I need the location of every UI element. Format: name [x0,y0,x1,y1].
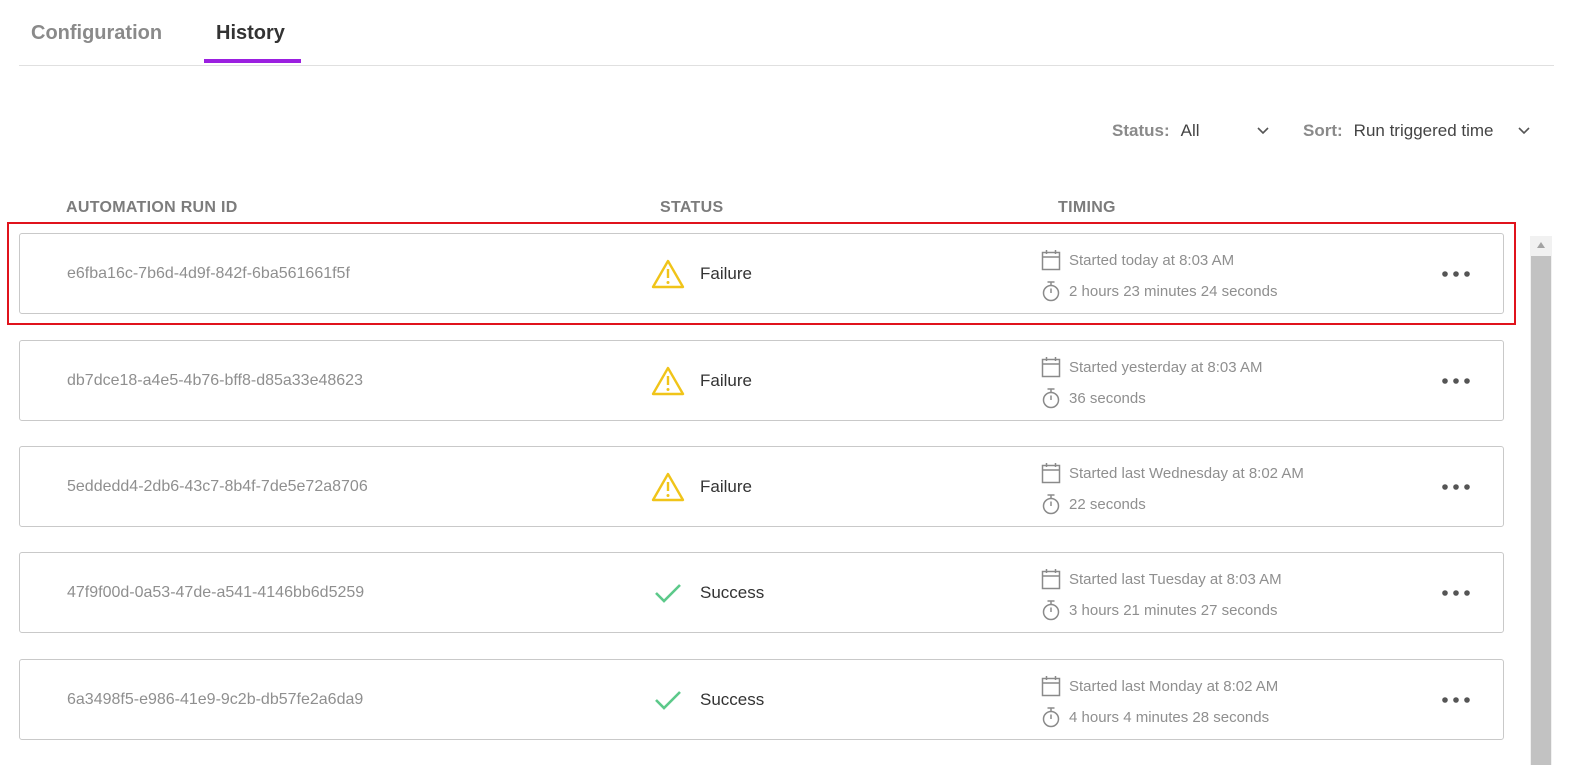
run-timing: Started last Wednesday at 8:02 AM 22 sec… [1040,461,1304,523]
calendar-icon [1040,567,1062,591]
run-duration: 2 hours 23 minutes 24 seconds [1069,282,1278,300]
run-timing: Started last Monday at 8:02 AM 4 hours 4… [1040,674,1278,736]
more-options-icon [1442,590,1470,596]
triangle-up-icon [1537,242,1545,248]
tab-configuration[interactable]: Configuration [31,22,162,45]
status-text: Failure [700,477,752,496]
chevron-down-icon [1518,127,1530,135]
status-filter-dropdown[interactable]: Status: All [1112,120,1272,142]
sort-value: Run triggered time [1353,121,1494,140]
tab-bar: Configuration History [19,0,1554,66]
run-row[interactable]: e6fba16c-7b6d-4d9f-842f-6ba561661f5f Fai… [19,233,1504,314]
run-id: e6fba16c-7b6d-4d9f-842f-6ba561661f5f [67,265,350,282]
status-filter-label: Status: [1112,121,1170,140]
stopwatch-icon [1040,598,1062,622]
more-options-button[interactable] [1438,581,1474,605]
started-time: Started last Tuesday at 8:03 AM [1069,570,1282,588]
run-duration: 4 hours 4 minutes 28 seconds [1069,708,1270,726]
more-options-button[interactable] [1438,475,1474,499]
more-options-button[interactable] [1438,262,1474,286]
warning-icon [651,366,685,396]
run-status: Failure [651,471,752,503]
calendar-icon [1040,248,1062,272]
warning-icon [651,472,685,502]
run-duration: 36 seconds [1069,389,1146,407]
run-duration: 3 hours 21 minutes 27 seconds [1069,601,1278,619]
scrollbar-thumb[interactable] [1531,256,1551,765]
run-row[interactable]: 47f9f00d-0a53-47de-a541-4146bb6d5259 Suc… [19,552,1504,633]
run-status: Success [651,684,764,716]
column-header-status: STATUS [660,199,724,216]
run-row[interactable]: 6a3498f5-e986-41e9-9c2b-db57fe2a6da9 Suc… [19,659,1504,740]
started-time: Started last Monday at 8:02 AM [1069,677,1279,695]
run-id: 5eddedd4-2db6-43c7-8b4f-7de5e72a8706 [67,478,368,495]
more-options-icon [1442,697,1470,703]
scrollbar[interactable] [1530,236,1552,765]
run-status: Failure [651,258,752,290]
more-options-icon [1442,271,1470,277]
more-options-button[interactable] [1438,369,1474,393]
run-timing: Started today at 8:03 AM 2 hours 23 minu… [1040,248,1277,310]
run-timing: Started yesterday at 8:03 AM 36 seconds [1040,355,1262,417]
more-options-icon [1442,484,1470,490]
more-options-icon [1442,378,1470,384]
column-header-timing: TIMING [1058,199,1116,216]
run-id: 6a3498f5-e986-41e9-9c2b-db57fe2a6da9 [67,691,364,708]
stopwatch-icon [1040,492,1062,516]
calendar-icon [1040,461,1062,485]
active-tab-indicator [204,59,301,63]
calendar-icon [1040,674,1062,698]
started-time: Started yesterday at 8:03 AM [1069,358,1263,376]
run-row[interactable]: 5eddedd4-2db6-43c7-8b4f-7de5e72a8706 Fai… [19,446,1504,527]
sort-label: Sort: [1303,121,1343,140]
scroll-up-button[interactable] [1530,236,1552,254]
tab-history[interactable]: History [216,22,285,45]
started-time: Started last Wednesday at 8:02 AM [1069,464,1304,482]
run-id: 47f9f00d-0a53-47de-a541-4146bb6d5259 [67,584,365,601]
more-options-button[interactable] [1438,688,1474,712]
warning-icon [651,259,685,289]
status-text: Failure [700,264,752,283]
checkmark-icon [651,685,685,715]
started-time: Started today at 8:03 AM [1069,251,1235,269]
column-header-run-id: AUTOMATION RUN ID [66,199,238,216]
run-duration: 22 seconds [1069,495,1146,513]
chevron-down-icon [1257,127,1269,135]
stopwatch-icon [1040,705,1062,729]
run-status: Failure [651,365,752,397]
run-id: db7dce18-a4e5-4b76-bff8-d85a33e48623 [67,372,363,389]
run-timing: Started last Tuesday at 8:03 AM 3 hours … [1040,567,1282,629]
status-text: Success [700,690,765,709]
status-text: Success [700,583,765,602]
status-filter-value: All [1180,121,1200,140]
stopwatch-icon [1040,279,1062,303]
checkmark-icon [651,578,685,608]
calendar-icon [1040,355,1062,379]
status-text: Failure [700,371,752,390]
sort-dropdown[interactable]: Sort: Run triggered time [1303,120,1535,142]
stopwatch-icon [1040,386,1062,410]
run-row[interactable]: db7dce18-a4e5-4b76-bff8-d85a33e48623 Fai… [19,340,1504,421]
run-status: Success [651,577,764,609]
